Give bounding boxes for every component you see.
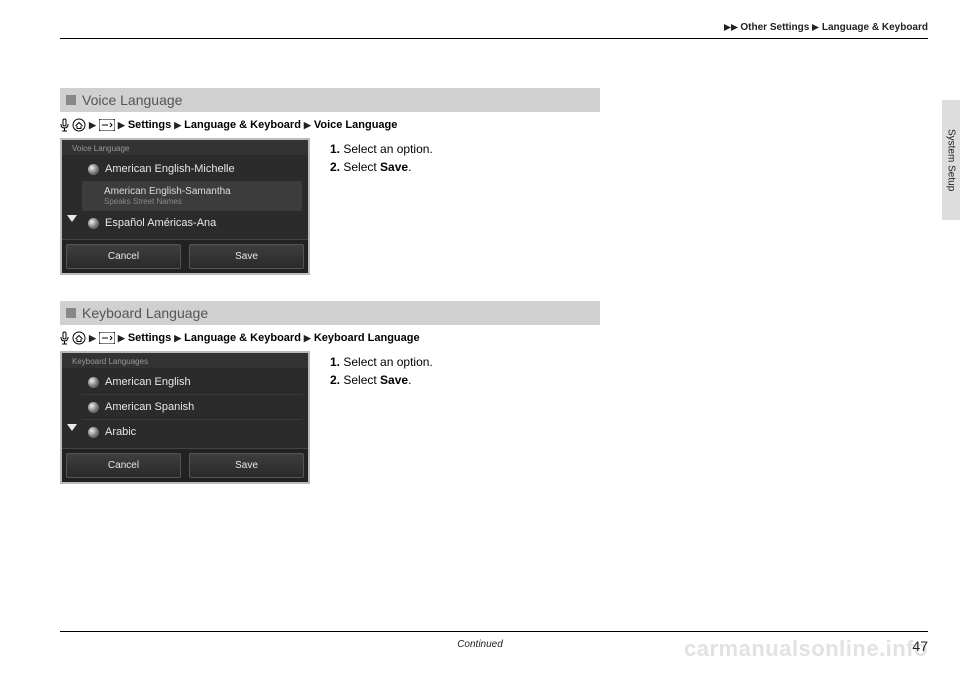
step-bold: Save: [380, 160, 408, 174]
save-button[interactable]: Save: [189, 453, 304, 478]
save-button[interactable]: Save: [189, 244, 304, 269]
voice-option-samantha[interactable]: American English-Samantha Speaks Street …: [82, 182, 302, 211]
breadcrumb-item: Language & Keyboard: [184, 119, 301, 131]
option-label: American English: [105, 376, 191, 388]
breadcrumb-item: Settings: [128, 332, 171, 344]
screenshot-voice-language: Voice Language American English-Michelle…: [60, 138, 310, 275]
step-number: 2.: [330, 160, 340, 174]
option-sublabel: Speaks Street Names: [104, 197, 182, 206]
instruction-step: 1. Select an option.: [330, 140, 433, 158]
triangle-right-icon: ▶: [174, 333, 181, 344]
section-title-keyboard-language: Keyboard Language: [60, 301, 600, 325]
breadcrumb-item: Settings: [128, 119, 171, 131]
continued-label: Continued: [0, 639, 960, 650]
cancel-button[interactable]: Cancel: [66, 453, 181, 478]
section-row: Voice Language American English-Michelle…: [60, 138, 780, 275]
triangle-right-icon: ▶: [174, 120, 181, 131]
option-list: American English American Spanish Arabic: [82, 368, 308, 448]
home-icon: [72, 331, 86, 345]
keyboard-option-arabic[interactable]: Arabic: [82, 420, 302, 444]
header-crumb-1: Other Settings: [740, 22, 809, 33]
triangle-right-icon: [724, 24, 731, 31]
chevron-down-icon: [65, 420, 79, 434]
bottom-divider: [60, 631, 928, 632]
triangle-right-icon: [812, 24, 819, 31]
section-marker-icon: [66, 95, 76, 105]
list-icon: [99, 332, 115, 344]
top-divider: [60, 38, 928, 39]
step-number: 1.: [330, 355, 340, 369]
cancel-button[interactable]: Cancel: [66, 244, 181, 269]
home-icon: [72, 118, 86, 132]
option-label: American English-Samantha: [104, 186, 231, 197]
keyboard-option-spanish[interactable]: American Spanish: [82, 395, 302, 420]
breadcrumb: ▶ ▶ Settings ▶ Language & Keyboard ▶ Voi…: [60, 118, 780, 132]
scroll-down-arrow[interactable]: [62, 368, 82, 448]
instruction-step: 2. Select Save.: [330, 158, 433, 176]
instruction-step: 2. Select Save.: [330, 371, 433, 389]
screenshot-button-row: Cancel Save: [62, 239, 308, 273]
triangle-right-icon: ▶: [304, 120, 311, 131]
list-icon: [99, 119, 115, 131]
radio-icon: [88, 218, 99, 229]
section-title-text: Keyboard Language: [82, 305, 208, 321]
chevron-down-icon: [65, 211, 79, 225]
section-row: Keyboard Languages American English Amer…: [60, 351, 780, 484]
triangle-right-icon: ▶: [89, 333, 96, 344]
section-marker-icon: [66, 308, 76, 318]
step-text: Select an option.: [343, 355, 432, 369]
scroll-down-arrow[interactable]: [62, 155, 82, 239]
step-text: Select an option.: [343, 142, 432, 156]
option-label: Español Américas-Ana: [105, 217, 216, 229]
option-label: American Spanish: [105, 401, 194, 413]
screenshot-body: American English-Michelle American Engli…: [62, 155, 308, 239]
breadcrumb-item: Keyboard Language: [314, 332, 420, 344]
step-number: 2.: [330, 373, 340, 387]
section-title-text: Voice Language: [82, 92, 182, 108]
keyboard-option-english[interactable]: American English: [82, 370, 302, 395]
voice-icon: [60, 118, 69, 132]
chapter-tab-label: System Setup: [946, 129, 957, 191]
step-number: 1.: [330, 142, 340, 156]
breadcrumb: ▶ ▶ Settings ▶ Language & Keyboard ▶ Key…: [60, 331, 780, 345]
step-after: .: [408, 373, 411, 387]
screenshot-title: Keyboard Languages: [62, 353, 308, 368]
screenshot-button-row: Cancel Save: [62, 448, 308, 482]
step-text: Select: [343, 373, 380, 387]
page-content: Voice Language ▶ ▶ Settings ▶ Language &…: [60, 88, 780, 510]
triangle-right-icon: ▶: [304, 333, 311, 344]
triangle-right-icon: ▶: [118, 333, 125, 344]
step-text: Select: [343, 160, 380, 174]
triangle-right-icon: ▶: [89, 120, 96, 131]
triangle-right-icon: ▶: [118, 120, 125, 131]
section-title-voice-language: Voice Language: [60, 88, 600, 112]
screenshot-keyboard-language: Keyboard Languages American English Amer…: [60, 351, 310, 484]
screenshot-body: American English American Spanish Arabic: [62, 368, 308, 448]
radio-icon: [88, 164, 99, 175]
step-bold: Save: [380, 373, 408, 387]
triangle-right-icon: [731, 24, 738, 31]
step-after: .: [408, 160, 411, 174]
breadcrumb-item: Language & Keyboard: [184, 332, 301, 344]
breadcrumb-item: Voice Language: [314, 119, 398, 131]
radio-icon: [88, 402, 99, 413]
radio-icon: [88, 427, 99, 438]
chapter-tab: System Setup: [942, 100, 960, 220]
instruction-list: 1. Select an option. 2. Select Save.: [330, 351, 433, 484]
instruction-list: 1. Select an option. 2. Select Save.: [330, 138, 433, 275]
voice-icon: [60, 331, 69, 345]
header-crumb-2: Language & Keyboard: [822, 22, 928, 33]
option-label: American English-Michelle: [105, 163, 235, 175]
page-number: 47: [912, 638, 928, 654]
instruction-step: 1. Select an option.: [330, 353, 433, 371]
page-header-breadcrumb: Other Settings Language & Keyboard: [724, 22, 928, 33]
voice-option-michelle[interactable]: American English-Michelle: [82, 157, 302, 182]
screenshot-title: Voice Language: [62, 140, 308, 155]
radio-icon: [88, 377, 99, 388]
voice-option-ana[interactable]: Español Américas-Ana: [82, 211, 302, 235]
option-label: Arabic: [105, 426, 136, 438]
option-list: American English-Michelle American Engli…: [82, 155, 308, 239]
